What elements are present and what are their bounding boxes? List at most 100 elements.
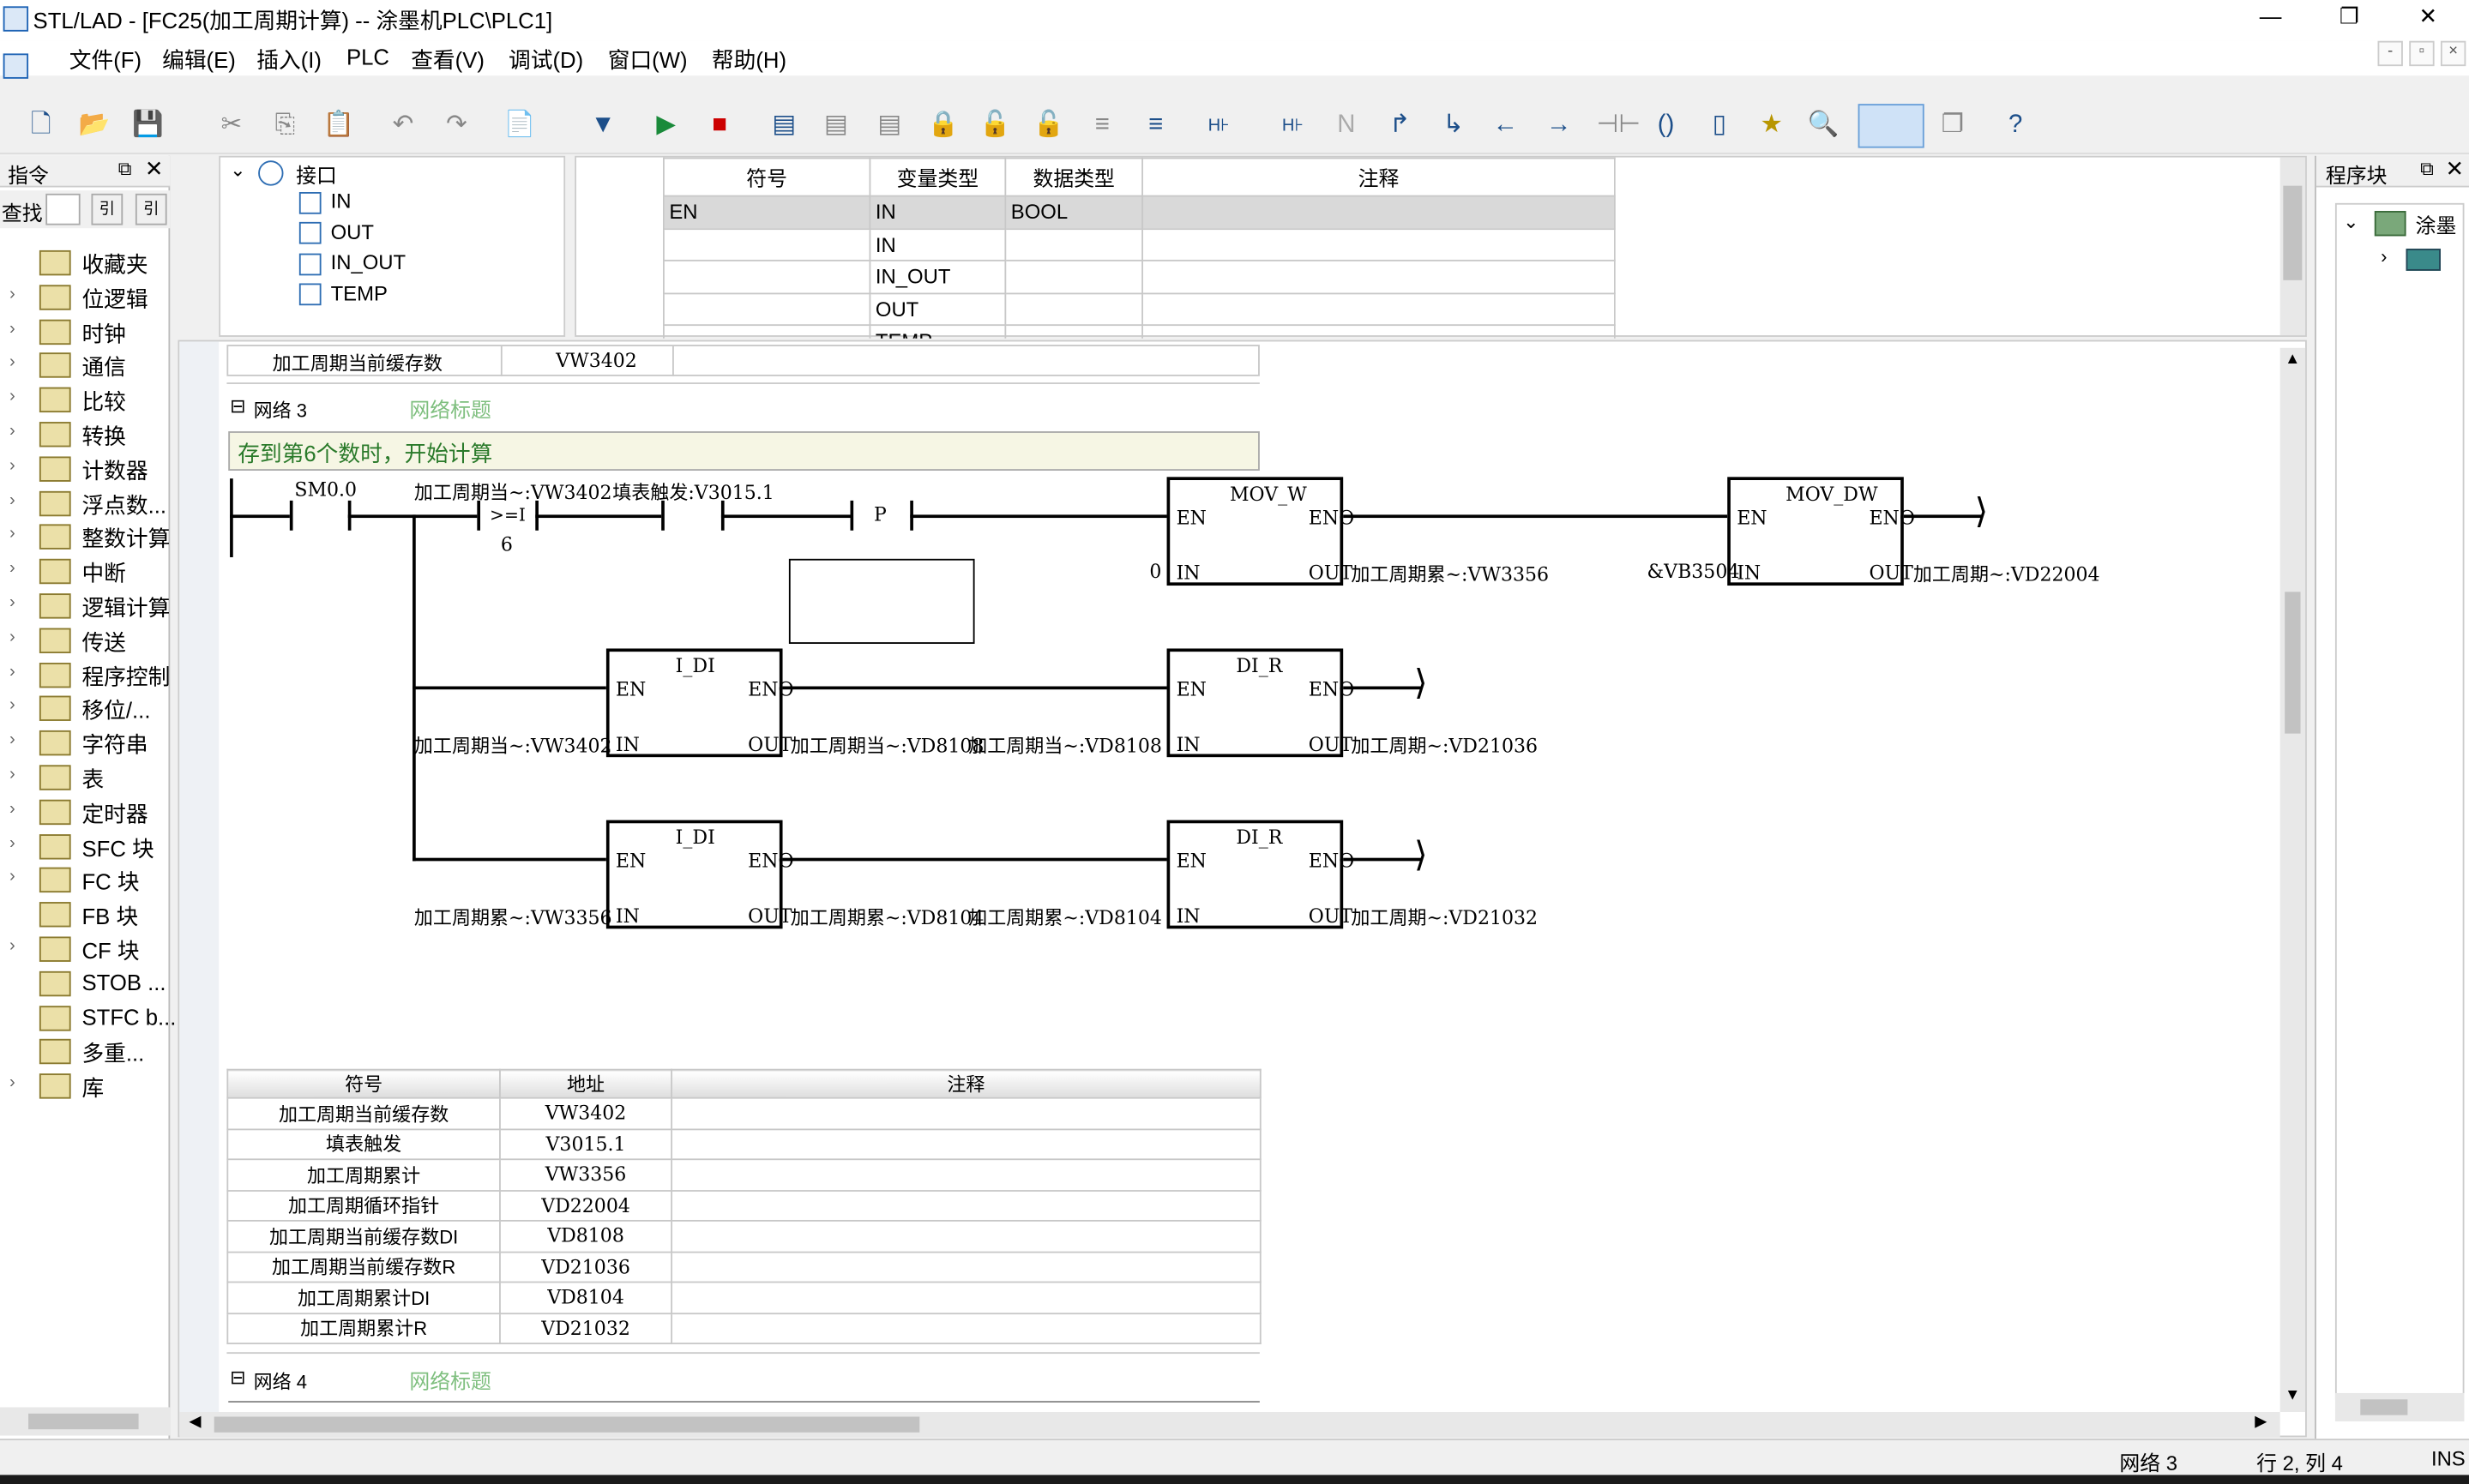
table-row[interactable]: 加工周期当前缓存数DI VD8108 [226,1220,1262,1253]
unlock-icon[interactable]: 🔓 [979,111,1011,142]
favorite-icon[interactable]: ★ [1755,111,1787,142]
menu-plc[interactable]: PLC [346,44,389,69]
chevron-right-icon[interactable]: › [9,593,15,612]
instruction-category[interactable]: › CF 块 [0,934,170,967]
chevron-down-icon[interactable]: ⌄ [230,159,245,181]
menu-edit[interactable]: 编辑(E) [162,44,236,75]
save-icon[interactable]: 💾 [132,111,164,142]
line-right-icon[interactable]: → [1543,111,1575,142]
vartable-cell[interactable] [662,324,871,339]
table-row[interactable]: TEMP [662,324,1616,339]
chevron-right-icon[interactable]: › [9,628,15,646]
table-row[interactable]: 加工周期累计 VW3356 [226,1158,1262,1191]
run-icon[interactable]: ▶ [650,111,682,142]
line-left-icon[interactable]: ← [1490,111,1521,142]
chevron-right-icon[interactable]: › [9,456,15,475]
download-icon[interactable]: ▼ [587,111,619,142]
idi2-box[interactable]: I_DI EN ENO IN OUT [605,820,794,929]
collapse-icon[interactable]: ⊟ [230,1367,245,1389]
instruction-category[interactable]: › 通信 [0,350,170,383]
chevron-right-icon[interactable]: › [9,353,15,372]
left-hscrollbar[interactable] [0,1407,171,1436]
instruction-category[interactable]: › 转换 [0,418,170,452]
empty-box[interactable] [788,558,975,644]
chevron-right-icon[interactable]: › [9,319,15,338]
table-view-icon[interactable] [1858,104,1924,148]
table-row[interactable]: 填表触发 V3015.1 [226,1127,1262,1161]
instruction-category[interactable]: › 整数计算 [0,521,170,555]
editor-vscrollbar[interactable]: ▲ ▼ [2279,347,2306,1412]
chevron-right-icon[interactable]: › [9,490,15,509]
lock-icon[interactable]: 🔒 [927,111,960,142]
chevron-right-icon[interactable]: › [9,422,15,441]
vartable-cell[interactable] [1004,259,1144,294]
vartable-header[interactable]: 注释 [1141,157,1616,197]
table-row[interactable]: 加工周期累计DI VD8104 [226,1281,1262,1314]
find-next-button[interactable]: 引 [135,193,167,225]
vartable-vscrollbar[interactable] [2279,157,2306,336]
coil-icon[interactable]: () [1650,111,1682,142]
help-icon[interactable]: ? [2000,111,2032,142]
vartable-cell[interactable] [1141,291,1616,327]
vartable-cell[interactable] [1141,259,1616,294]
insert-contact-icon[interactable]: H⊦ [1203,111,1235,142]
vartable-cell[interactable] [1004,324,1144,339]
chevron-right-icon[interactable]: › [9,730,15,749]
chevron-right-icon[interactable]: › [9,559,15,578]
iface-out[interactable]: OUT [331,220,374,244]
open-icon[interactable]: 📂 [79,111,111,142]
vartable-cell[interactable]: EN [662,195,871,230]
search-input[interactable] [45,193,81,225]
vartable-cell[interactable]: IN_OUT [869,259,1007,294]
dir2-box[interactable]: DI_R EN ENO IN OUT [1166,820,1354,929]
mdi-minimize-button[interactable]: - [2377,40,2403,67]
vartable-header[interactable]: 变量类型 [869,157,1007,197]
chevron-right-icon[interactable]: › [9,388,15,406]
redo-icon[interactable]: ↷ [441,111,473,142]
delete-network-icon[interactable]: ▤ [821,111,852,142]
table-row[interactable]: 加工周期循环指针 VD22004 [226,1189,1262,1222]
instruction-category[interactable]: › 传送 [0,625,170,658]
instruction-category[interactable]: › 时钟 [0,315,170,349]
idi1-box[interactable]: I_DI EN ENO IN OUT [605,648,794,758]
chevron-right-icon[interactable]: › [9,285,15,303]
menu-debug[interactable]: 调试(D) [509,44,583,75]
protect-icon[interactable]: 🔓 [1033,111,1065,142]
instruction-category[interactable]: › 定时器 [0,796,170,830]
vartable-cell[interactable]: BOOL [1004,195,1144,230]
right-hscroll-thumb[interactable] [2360,1399,2408,1415]
interface-root[interactable]: 接口 [296,159,337,189]
scroll-left-icon[interactable]: ◀ [189,1414,201,1431]
network3-comment[interactable]: 存到第6个数时，开始计算 [228,431,1260,471]
vartable-header[interactable]: 数据类型 [1004,157,1144,197]
close-button[interactable]: ✕ [2405,3,2452,35]
instruction-category[interactable]: STOB ... [0,968,170,1001]
copy-icon[interactable]: ⎘ [269,111,301,142]
scroll-down-icon[interactable]: ▼ [2285,1387,2300,1404]
undo-icon[interactable]: ↶ [388,111,419,142]
cut-icon[interactable]: ✂ [216,111,248,142]
project-root[interactable]: 涂墨 [2416,209,2457,239]
mov-w-box[interactable]: MOV_W EN ENO IN OUT [1166,477,1354,586]
vartable-cell[interactable] [662,227,871,261]
menu-help[interactable]: 帮助(H) [712,44,786,75]
mdi-restore-button[interactable]: ▫ [2409,40,2435,67]
contact-sm00[interactable] [289,500,293,531]
network4-comment[interactable] [228,1401,1260,1407]
menu-view[interactable]: 查看(V) [411,44,485,75]
network4-title[interactable]: 网络标题 [409,1365,491,1395]
float-icon[interactable]: ⧉ [118,158,132,182]
instruction-category[interactable]: › 中断 [0,556,170,589]
instruction-category[interactable]: › 表 [0,762,170,796]
instruction-category[interactable]: › 移位/... [0,694,170,727]
vartable-cell[interactable]: IN [869,195,1007,230]
editor-hscroll-thumb[interactable] [214,1416,920,1433]
chevron-right-icon[interactable]: › [9,833,15,852]
vartable-vscroll-thumb[interactable] [2283,185,2303,280]
collapse-icon[interactable]: ⊟ [230,395,245,418]
paste-icon[interactable]: 📋 [322,111,354,142]
chevron-right-icon[interactable]: › [9,936,15,955]
box-icon[interactable]: ▯ [1704,111,1736,142]
instruction-category[interactable]: FB 块 [0,899,170,933]
chevron-right-icon[interactable]: › [9,696,15,715]
